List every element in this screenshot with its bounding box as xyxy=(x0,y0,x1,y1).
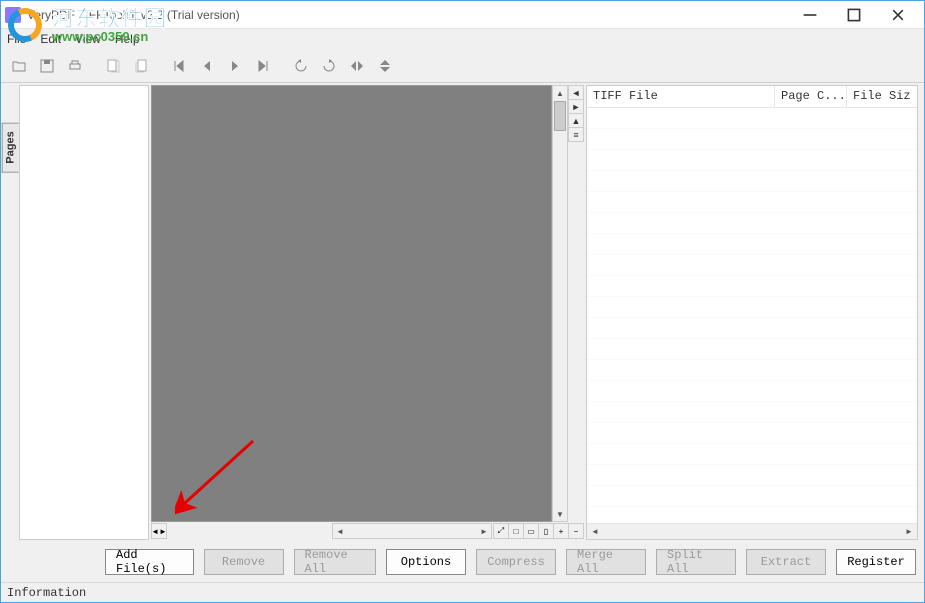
next-icon xyxy=(227,58,243,74)
close-icon xyxy=(890,7,906,23)
rotate-right-icon xyxy=(321,58,337,74)
page-next-icon xyxy=(133,58,149,74)
status-label: Information xyxy=(7,586,86,600)
preview-vertical-scrollbar[interactable]: ▲ ▼ xyxy=(552,85,568,522)
first-page-icon xyxy=(171,58,187,74)
menu-file[interactable]: File xyxy=(7,32,26,46)
pages-sidebar-tab[interactable]: Pages xyxy=(1,83,19,542)
flip-horizontal-icon xyxy=(349,58,365,74)
print-icon xyxy=(67,58,83,74)
file-list-horizontal-scrollbar[interactable]: ◄ ► xyxy=(587,523,917,539)
file-list-header: TIFF File Page C... File Siz xyxy=(587,86,917,108)
col-file-size[interactable]: File Siz xyxy=(847,86,917,107)
zoom-in-icon[interactable]: + xyxy=(553,523,569,539)
page-prev-icon xyxy=(105,58,121,74)
menu-help[interactable]: Help xyxy=(115,32,140,46)
toolbar-flip-h-button[interactable] xyxy=(345,54,369,78)
action-bar: Add File(s) Remove Remove All Options Co… xyxy=(1,542,924,582)
toolbar-open-button[interactable] xyxy=(7,54,31,78)
minimize-button[interactable] xyxy=(788,1,832,29)
zoom-width-icon[interactable]: ▭ xyxy=(523,523,539,539)
minimize-icon xyxy=(802,7,818,23)
flip-vertical-icon xyxy=(377,58,393,74)
last-page-icon xyxy=(255,58,271,74)
open-icon xyxy=(11,58,27,74)
side-tool-prev-icon[interactable]: ◄ xyxy=(568,85,584,100)
menubar: File Edit View Help xyxy=(1,29,924,49)
toolbar-next-button[interactable] xyxy=(223,54,247,78)
preview-bottom-bar: ◄► ◄ ► ⤢ □ ▭ ▯ + − xyxy=(151,522,584,540)
fl-scroll-left-icon[interactable]: ◄ xyxy=(587,525,603,539)
save-icon xyxy=(39,58,55,74)
side-tool-expand-icon[interactable]: ≡ xyxy=(568,127,584,142)
add-files-button[interactable]: Add File(s) xyxy=(105,549,194,575)
toolbar-flip-v-button[interactable] xyxy=(373,54,397,78)
scroll-up-icon[interactable]: ▲ xyxy=(553,86,567,100)
remove-all-button[interactable]: Remove All xyxy=(294,549,376,575)
file-list-body[interactable] xyxy=(587,108,917,523)
preview-pane: ▲ ▼ ◄ ► ▲ ≡ ◄► ◄ xyxy=(151,85,584,540)
menu-edit[interactable]: Edit xyxy=(40,32,61,46)
toolbar-page-prev-button[interactable] xyxy=(101,54,125,78)
merge-all-button[interactable]: Merge All xyxy=(566,549,646,575)
scroll-left-icon[interactable]: ◄ xyxy=(333,524,347,538)
toolbar-first-button[interactable] xyxy=(167,54,191,78)
file-list-panel: TIFF File Page C... File Siz ◄ ► xyxy=(586,85,918,540)
toolbar-save-button[interactable] xyxy=(35,54,59,78)
zoom-actual-icon[interactable]: □ xyxy=(508,523,524,539)
zoom-out-icon[interactable]: − xyxy=(568,523,584,539)
col-tiff-file[interactable]: TIFF File xyxy=(587,86,775,107)
statusbar: Information xyxy=(1,582,924,602)
menu-view[interactable]: View xyxy=(75,32,101,46)
content-area: Pages ▲ ▼ ◄ ► ▲ ≡ xyxy=(1,83,924,542)
thumbnail-panel[interactable] xyxy=(19,85,149,540)
split-all-button[interactable]: Split All xyxy=(656,549,736,575)
toolbar-rotate-right-button[interactable] xyxy=(317,54,341,78)
rotate-left-icon xyxy=(293,58,309,74)
toolbar-last-button[interactable] xyxy=(251,54,275,78)
preview-canvas[interactable] xyxy=(151,85,552,522)
titlebar: VeryPDF TIFFToolkit v2.2 (Trial version) xyxy=(1,1,924,29)
remove-button[interactable]: Remove xyxy=(204,549,284,575)
prev-icon xyxy=(199,58,215,74)
maximize-icon xyxy=(846,7,862,23)
register-button[interactable]: Register xyxy=(836,549,916,575)
side-tool-next-icon[interactable]: ► xyxy=(568,99,584,114)
toolbar-print-button[interactable] xyxy=(63,54,87,78)
window-title: VeryPDF TIFFToolkit v2.2 (Trial version) xyxy=(27,8,240,22)
pan-split-icon[interactable]: ◄► xyxy=(151,523,167,539)
scroll-down-icon[interactable]: ▼ xyxy=(553,507,567,521)
toolbar-page-next-button[interactable] xyxy=(129,54,153,78)
maximize-button[interactable] xyxy=(832,1,876,29)
preview-side-tools: ◄ ► ▲ ≡ xyxy=(568,85,584,522)
zoom-height-icon[interactable]: ▯ xyxy=(538,523,554,539)
close-button[interactable] xyxy=(876,1,920,29)
toolbar xyxy=(1,49,924,83)
scroll-thumb[interactable] xyxy=(554,101,566,131)
toolbar-rotate-left-button[interactable] xyxy=(289,54,313,78)
pages-tab-label: Pages xyxy=(2,122,19,172)
app-window: 河东软件园 www.pc0359.cn VeryPDF TIFFToolkit … xyxy=(0,0,925,603)
fl-scroll-right-icon[interactable]: ► xyxy=(901,525,917,539)
preview-horizontal-scrollbar[interactable]: ◄ ► xyxy=(332,523,492,539)
scroll-right-icon[interactable]: ► xyxy=(477,524,491,538)
options-button[interactable]: Options xyxy=(386,549,466,575)
zoom-fit-icon[interactable]: ⤢ xyxy=(493,523,509,539)
side-tool-up-icon[interactable]: ▲ xyxy=(568,113,584,128)
toolbar-prev-button[interactable] xyxy=(195,54,219,78)
app-icon xyxy=(5,7,21,23)
col-page-count[interactable]: Page C... xyxy=(775,86,847,107)
extract-button[interactable]: Extract xyxy=(746,549,826,575)
compress-button[interactable]: Compress xyxy=(476,549,556,575)
